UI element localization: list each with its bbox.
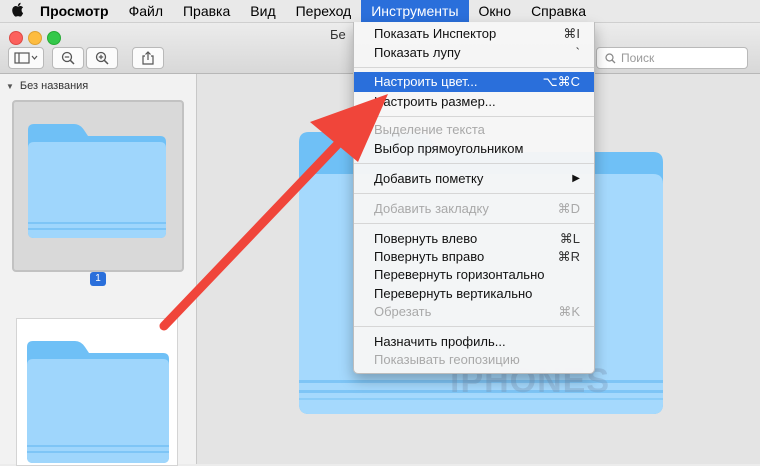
menu-item-label: Показать лупу	[374, 45, 461, 60]
menu-separator	[354, 223, 594, 224]
thumbnail-sidebar: ▼ Без названия 1	[0, 74, 197, 466]
menu-separator	[354, 67, 594, 68]
menu-item-label: Показать Инспектор	[374, 26, 497, 41]
menu-file[interactable]: Файл	[119, 0, 173, 22]
folder-icon	[28, 124, 166, 238]
zoom-in-button[interactable]	[86, 47, 118, 69]
page-thumbnail-selected[interactable]	[12, 100, 184, 272]
share-icon	[142, 51, 154, 65]
minimize-window-button[interactable]	[28, 31, 42, 45]
menu-item-label: Добавить закладку	[374, 201, 489, 216]
menu-bar: Просмотр Файл Правка Вид Переход Инструм…	[0, 0, 760, 23]
window-title: Бе	[330, 27, 346, 42]
folder-icon	[27, 341, 169, 463]
sidebar-section-header[interactable]: ▼ Без названия	[6, 80, 88, 92]
menu-item-label: Перевернуть горизонтально	[374, 267, 545, 282]
menu-item-shortcut: ⌘R	[557, 249, 580, 264]
menu-item-rectangular-selection[interactable]: Выбор прямоугольником	[354, 139, 594, 159]
menu-item-label: Повернуть вправо	[374, 249, 485, 264]
menu-item-shortcut: `	[575, 45, 580, 60]
page-number-badge: 1	[90, 272, 106, 286]
menu-item-label: Перевернуть вертикально	[374, 286, 533, 301]
apple-menu-icon[interactable]	[0, 2, 34, 21]
menu-item-shortcut: ⌘I	[563, 26, 580, 41]
zoom-window-button[interactable]	[47, 31, 61, 45]
menu-separator	[354, 116, 594, 117]
menu-item-shortcut: ⌘K	[558, 304, 580, 319]
menu-item-label: Обрезать	[374, 304, 432, 319]
menu-item-label: Настроить цвет...	[374, 74, 478, 89]
menu-item-show-magnifier[interactable]: Показать лупу `	[354, 43, 594, 63]
menu-item-label: Выделение текста	[374, 122, 485, 137]
menu-item-show-location[interactable]: Показывать геопозицию	[354, 350, 594, 370]
menu-item-flip-vertical[interactable]: Перевернуть вертикально	[354, 284, 594, 304]
menu-item-shortcut: ⌘L	[559, 231, 580, 246]
menu-edit[interactable]: Правка	[173, 0, 240, 22]
menu-item-rotate-left[interactable]: Повернуть влево ⌘L	[354, 229, 594, 249]
menu-item-label: Назначить профиль...	[374, 334, 506, 349]
menu-separator	[354, 326, 594, 327]
menu-item-label: Добавить пометку	[374, 171, 484, 186]
menu-item-rotate-right[interactable]: Повернуть вправо ⌘R	[354, 247, 594, 267]
zoom-in-icon	[95, 51, 109, 65]
page-thumbnail[interactable]	[16, 318, 178, 466]
search-input[interactable]: Поиск	[596, 47, 748, 69]
menu-item-assign-profile[interactable]: Назначить профиль...	[354, 332, 594, 352]
zoom-out-button[interactable]	[52, 47, 84, 69]
tools-dropdown-menu: Показать Инспектор ⌘I Показать лупу ` На…	[353, 22, 595, 374]
menu-item-adjust-size[interactable]: Настроить размер...	[354, 92, 594, 112]
disclosure-triangle-icon[interactable]: ▼	[6, 82, 14, 91]
menu-item-label: Повернуть влево	[374, 231, 478, 246]
menu-item-label: Выбор прямоугольником	[374, 141, 524, 156]
search-placeholder: Поиск	[621, 51, 655, 65]
zoom-out-icon	[61, 51, 75, 65]
menu-item-shortcut: ⌘D	[557, 201, 580, 216]
submenu-arrow-icon: ▶	[572, 173, 580, 184]
menu-item-crop[interactable]: Обрезать ⌘K	[354, 302, 594, 322]
menu-window[interactable]: Окно	[469, 0, 522, 22]
menu-separator	[354, 193, 594, 194]
menu-tools[interactable]: Инструменты	[361, 0, 469, 22]
sidebar-section-title: Без названия	[19, 80, 89, 92]
menu-item-flip-horizontal[interactable]: Перевернуть горизонтально	[354, 265, 594, 285]
menu-item-adjust-color[interactable]: Настроить цвет... ⌥⌘C	[354, 72, 594, 92]
menu-item-show-inspector[interactable]: Показать Инспектор ⌘I	[354, 24, 594, 44]
menu-item-add-bookmark[interactable]: Добавить закладку ⌘D	[354, 199, 594, 219]
menu-item-shortcut: ⌥⌘C	[542, 74, 580, 89]
close-window-button[interactable]	[9, 31, 23, 45]
menu-separator	[354, 163, 594, 164]
menu-item-text-selection[interactable]: Выделение текста	[354, 120, 594, 140]
search-icon	[605, 52, 616, 63]
menu-preview[interactable]: Просмотр	[34, 0, 119, 22]
menu-go[interactable]: Переход	[286, 0, 362, 22]
menu-help[interactable]: Справка	[521, 0, 596, 22]
share-button[interactable]	[132, 47, 164, 69]
sidebar-toggle-button[interactable]	[8, 47, 44, 69]
menu-item-label: Показывать геопозицию	[374, 352, 520, 367]
menu-item-annotate[interactable]: Добавить пометку ▶	[354, 169, 594, 189]
menu-view[interactable]: Вид	[240, 0, 285, 22]
sidebar-icon	[14, 52, 38, 64]
menu-item-label: Настроить размер...	[374, 94, 496, 109]
